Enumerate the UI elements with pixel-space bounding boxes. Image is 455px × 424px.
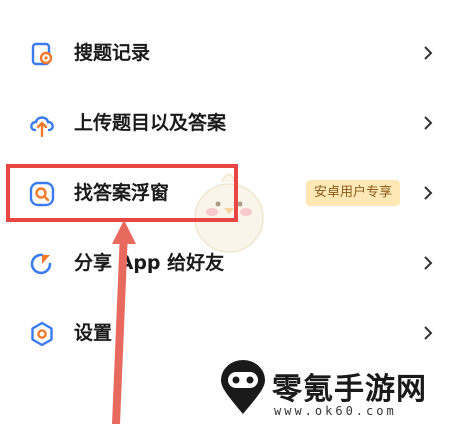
profile-menu-screen: 搜题记录 上传题目以及答案 找答案浮窗 安卓用户专享 分享 App 给好友 设置…	[0, 0, 455, 424]
site-watermark: 零氪手游网 www.ok60.com	[218, 360, 450, 420]
watermark-url: www.ok60.com	[274, 404, 397, 418]
watermark-name: 零氪手游网	[272, 372, 427, 407]
gamepad-pin-logo	[221, 360, 265, 414]
